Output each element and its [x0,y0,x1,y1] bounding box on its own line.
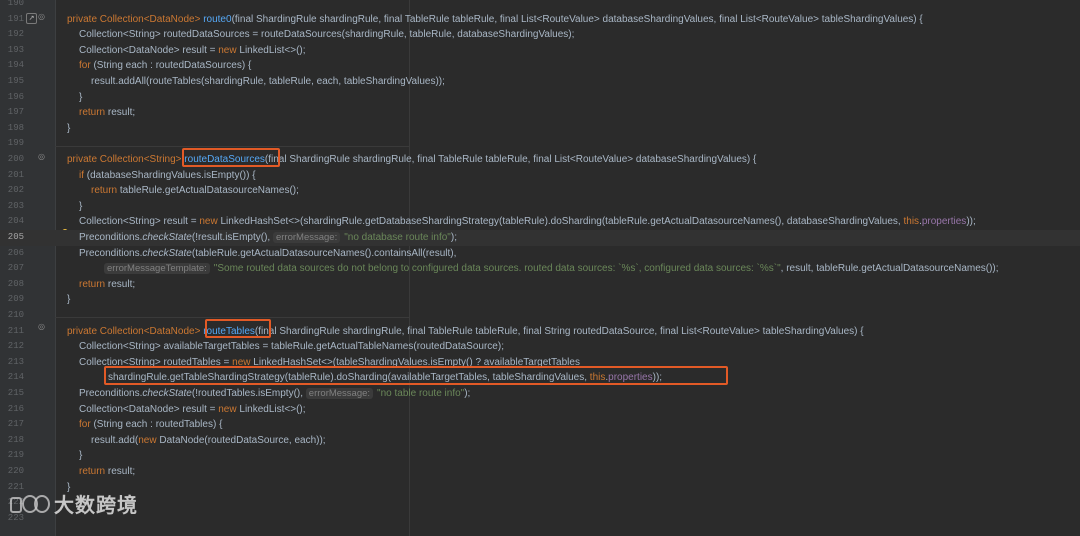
code-line[interactable]: 201 if (databaseShardingValues.isEmpty()… [0,168,1080,184]
code-text: private Collection<DataNode> routeTables… [67,325,864,337]
code-line[interactable]: 221 } [0,480,1080,496]
line-number: 217 [7,419,24,430]
line-number: 216 [7,403,24,414]
code-text: } [79,200,83,212]
code-line[interactable]: 190 [0,0,1080,12]
code-line[interactable]: 193 Collection<DataNode> result = new Li… [0,43,1080,59]
line-number: 199 [7,138,24,149]
code-text: return result; [79,107,136,119]
watermark-logo-icon [8,491,50,515]
line-number: 220 [7,466,24,476]
code-line[interactable]: 199 [0,136,1080,152]
code-line[interactable]: 207 errorMessageTemplate: "Some routed da… [0,261,1080,277]
line-number: 209 [7,294,24,305]
code-line[interactable]: 194 for (String each : routedDataSources… [0,58,1080,74]
line-number: 202 [7,185,24,196]
code-text: private Collection<DataNode> route0(fina… [67,13,923,25]
code-text: Collection<DataNode> result = new Linked… [79,403,306,415]
line-number: 193 [7,44,24,55]
line-number: 218 [7,434,24,445]
code-line[interactable]: 223 [0,511,1080,527]
code-line[interactable]: 218 result.add(new DataNode(routedDataSo… [0,433,1080,449]
line-number: 208 [7,278,24,289]
code-text: } [79,450,83,462]
line-number: 210 [7,310,24,320]
line-number: 200 [7,154,24,164]
code-line[interactable]: 203 } [0,199,1080,215]
line-number: 212 [7,341,24,352]
line-number: 192 [7,29,24,40]
parameter-hint: errorMessage: [305,388,374,399]
code-line[interactable]: 216 Collection<DataNode> result = new Li… [0,402,1080,418]
code-text: result.add(new DataNode(routedDataSource… [91,434,326,446]
code-text: return result; [79,278,136,290]
highlight-box-doSharding [104,366,728,385]
code-line[interactable]: 192 Collection<String> routedDataSources… [0,27,1080,43]
line-number: 219 [7,450,24,461]
code-line[interactable]: 195 result.addAll(routeTables(shardingRu… [0,74,1080,90]
code-line[interactable]: 212 Collection<String> availableTargetTa… [0,339,1080,355]
code-text: for (String each : routedDataSources) { [79,60,252,72]
line-number: 195 [7,76,24,86]
code-line[interactable]: 210 [0,308,1080,324]
code-text: Collection<DataNode> result = new Linked… [79,44,306,56]
code-text: errorMessageTemplate: "Some routed data s… [104,261,999,277]
code-line[interactable]: 217 for (String each : routedTables) { [0,417,1080,433]
line-number: 198 [7,122,24,133]
watermark-text: 大数跨境 [54,494,138,517]
parameter-hint: errorMessage: [272,232,341,243]
line-number: 205 [7,232,24,242]
line-number: 196 [7,91,24,102]
line-number: 215 [7,388,24,398]
code-line-current[interactable]: 205 Preconditions.checkState(!result.isE… [0,230,1080,246]
code-text: private Collection<String> routeDataSour… [67,154,757,165]
line-number: 214 [7,372,24,383]
code-line[interactable]: 200 private Collection<String> routeData… [0,152,1080,168]
code-text: Collection<String> routedDataSources = r… [79,29,575,41]
code-text: Preconditions.checkState(!routedTables.i… [79,388,471,399]
code-line[interactable]: 191 private Collection<DataNode> route0(… [0,12,1080,28]
code-line[interactable]: 196 } [0,90,1080,106]
line-number: 206 [7,247,24,258]
code-line[interactable]: 211 private Collection<DataNode> routeTa… [0,324,1080,340]
parameter-hint: errorMessageTemplate: [104,263,210,275]
code-line[interactable]: 202 return tableRule.getActualDatasource… [0,183,1080,199]
code-text: result.addAll(routeTables(shardingRule, … [91,76,445,87]
code-text: } [67,294,71,306]
code-text: Preconditions.checkState(tableRule.getAc… [79,247,457,259]
code-text: } [67,122,71,134]
line-number: 211 [7,325,24,336]
code-line[interactable]: 220 return result; [0,464,1080,480]
code-line[interactable]: 222 [0,495,1080,511]
code-text: Preconditions.checkState(!result.isEmpty… [79,232,457,243]
code-line[interactable]: 208 return result; [0,277,1080,293]
code-line[interactable]: 197 return result; [0,105,1080,121]
line-number: 194 [7,60,24,71]
code-text: Collection<String> result = new LinkedHa… [79,216,976,228]
code-text: return tableRule.getActualDatasourceName… [91,185,299,197]
code-line[interactable]: 206 Preconditions.checkState(tableRule.g… [0,246,1080,262]
line-number: 191 [7,13,24,24]
code-editor[interactable]: ↗ ◎ ◎ ◎ 190 191 private Collection<DataN… [0,0,1080,536]
code-text: for (String each : routedTables) { [79,419,223,431]
code-text: } [79,91,83,103]
watermark: 大数跨境 [8,488,138,518]
line-number: 207 [7,263,24,274]
code-text: if (databaseShardingValues.isEmpty()) { [79,169,256,181]
line-number: 203 [7,200,24,211]
line-number: 201 [7,169,24,180]
line-number: 204 [7,216,24,227]
code-line[interactable]: 209 } [0,292,1080,308]
line-number: 197 [7,107,24,118]
code-text: return result; [79,466,136,477]
highlight-box-routeTables [205,319,271,338]
code-line[interactable]: 219 } [0,448,1080,464]
line-number: 190 [7,0,24,8]
code-text: Collection<String> availableTargetTables… [79,341,504,353]
code-line[interactable]: 215 Preconditions.checkState(!routedTabl… [0,386,1080,402]
highlight-box-routeDataSources [182,148,280,167]
code-line[interactable]: 198 } [0,121,1080,137]
code-line[interactable]: 204 Collection<String> result = new Link… [0,214,1080,230]
line-number: 213 [7,356,24,367]
